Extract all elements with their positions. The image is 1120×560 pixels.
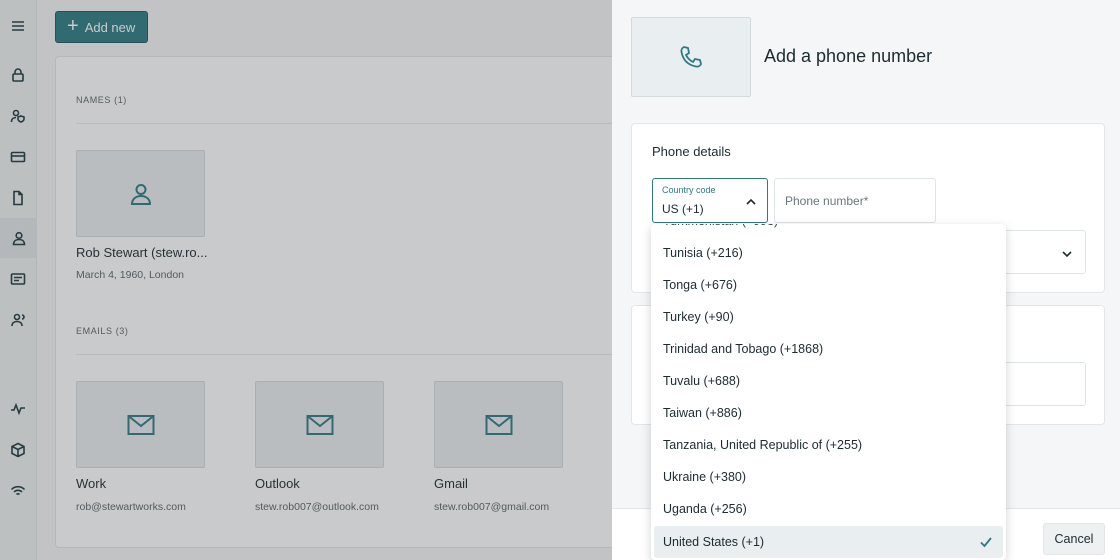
dropdown-option[interactable]: Tuvalu (+688) <box>651 365 1006 397</box>
phone-icon <box>680 46 702 68</box>
dropdown-option[interactable]: Turkey (+90) <box>651 301 1006 333</box>
dropdown-option[interactable]: Turkmenistan (+993) <box>651 224 1006 237</box>
drawer-hero-tile <box>631 17 751 97</box>
dropdown-option[interactable]: Ukraine (+380) <box>651 461 1006 493</box>
country-code-value: US (+1) <box>662 202 704 216</box>
dropdown-option[interactable]: Tunisia (+216) <box>651 237 1006 269</box>
chevron-up-icon <box>745 195 757 207</box>
country-code-select[interactable]: Country code US (+1) <box>652 178 768 223</box>
cancel-button[interactable]: Cancel <box>1043 523 1105 555</box>
chevron-down-icon <box>1061 247 1073 265</box>
country-code-label: Country code <box>662 185 716 195</box>
modal-overlay[interactable] <box>0 0 612 560</box>
dropdown-option[interactable]: Trinidad and Tobago (+1868) <box>651 333 1006 365</box>
dropdown-option[interactable]: Tanzania, United Republic of (+255) <box>651 429 1006 461</box>
dropdown-option-selected[interactable]: United States (+1) <box>654 526 1003 558</box>
dropdown-option[interactable]: Tonga (+676) <box>651 269 1006 301</box>
drawer-title: Add a phone number <box>764 46 933 66</box>
dropdown-option[interactable]: Taiwan (+886) <box>651 397 1006 429</box>
country-code-dropdown[interactable]: Turkmenistan (+993) Tunisia (+216) Tonga… <box>651 224 1006 560</box>
dropdown-option-label: United States (+1) <box>663 535 765 549</box>
check-icon <box>979 535 993 552</box>
dropdown-option[interactable]: Uganda (+256) <box>651 493 1006 525</box>
phone-details-heading: Phone details <box>652 144 731 159</box>
phone-number-input[interactable]: Phone number* <box>774 178 936 223</box>
